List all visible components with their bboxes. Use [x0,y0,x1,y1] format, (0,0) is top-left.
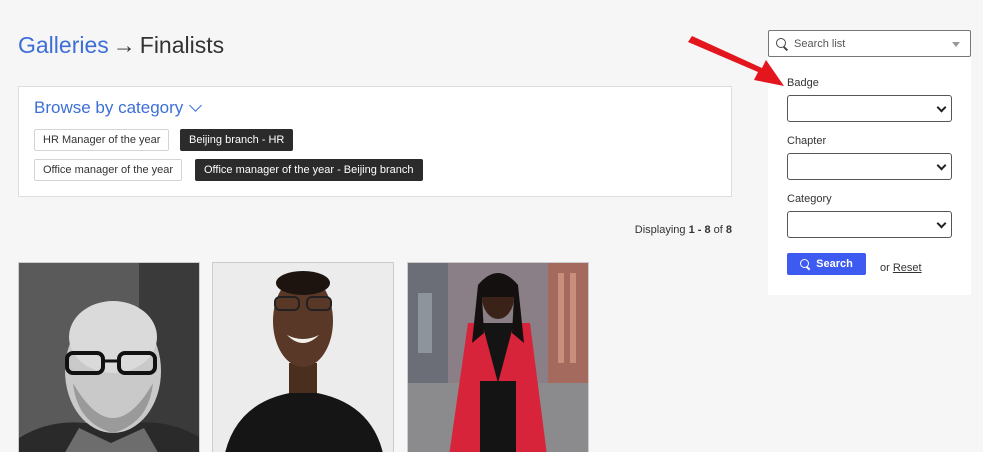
reset-link[interactable]: Reset [893,262,922,274]
gallery-photo-1[interactable] [18,262,200,452]
browse-by-category-panel: Browse by category HR Manager of the yea… [18,86,732,197]
browse-heading: Browse by category [34,98,184,117]
search-list-input[interactable]: Search list [768,30,971,57]
results-count: Displaying 1 - 8 of 8 [635,224,732,236]
gallery-photo-2[interactable] [212,262,394,452]
breadcrumb: Galleries → Finalists [18,31,224,59]
chevron-down-icon [936,160,947,171]
breadcrumb-arrow-icon: → [112,32,136,58]
category-select[interactable] [787,211,952,238]
or-text: or [880,262,893,274]
category-label: Category [787,193,832,205]
badge-label: Badge [787,77,819,89]
chevron-down-icon [936,102,947,113]
browse-by-category-toggle[interactable]: Browse by category [34,98,203,118]
annotation-arrow-icon [688,36,784,86]
dropdown-caret-icon [952,42,960,47]
chapter-select[interactable] [787,153,952,180]
breadcrumb-galleries-link[interactable]: Galleries [18,32,109,58]
category-chip-beijing-hr[interactable]: Beijing branch - HR [180,129,294,151]
results-prefix: Displaying [634,224,689,236]
category-chip-office-manager[interactable]: Office manager of the year [34,159,183,181]
page-title: Finalists [139,32,225,58]
category-chip-office-manager-beijing[interactable]: Office manager of the year - Beijing bra… [195,159,423,181]
chevron-down-icon [936,218,947,229]
search-placeholder: Search list [794,37,846,50]
chevron-down-icon [189,99,203,112]
chapter-label: Chapter [787,135,827,147]
search-icon [800,258,811,270]
results-of: of [710,224,726,236]
reset-container: or Reset [880,262,922,274]
results-range: 1 - 8 [688,224,711,236]
badge-select[interactable] [787,95,952,122]
search-button[interactable]: Search [787,253,866,275]
category-chip-hr-manager[interactable]: HR Manager of the year [34,129,170,151]
gallery-photo-3[interactable] [407,262,589,452]
results-total: 8 [725,224,732,236]
search-button-label: Search [816,258,853,270]
